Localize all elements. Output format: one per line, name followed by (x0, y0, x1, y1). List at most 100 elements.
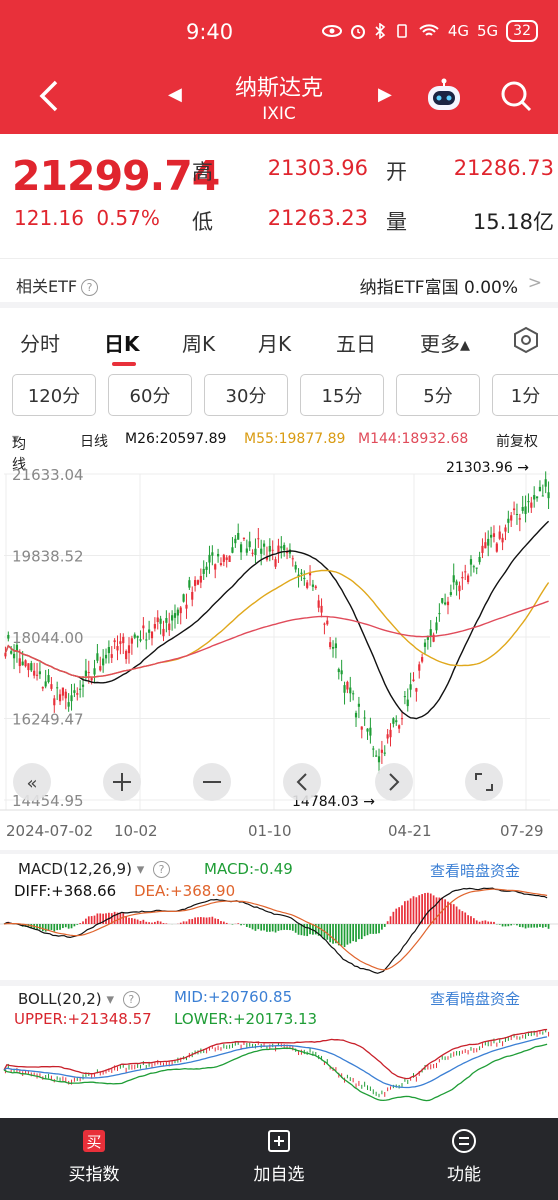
candle-body (93, 668, 96, 675)
functions-button[interactable]: 功能 (404, 1128, 524, 1185)
zoom-in-button[interactable] (103, 763, 141, 801)
candle-body (510, 515, 513, 521)
interval-60m-button[interactable]: 60分 (108, 374, 192, 416)
candle-body (349, 687, 352, 694)
boll-dark-pool-link[interactable]: 查看暗盘资金 (430, 988, 520, 1009)
help-icon[interactable]: ? (122, 991, 140, 1008)
tab-monthly-k[interactable]: 月K (258, 328, 291, 357)
candle-body (271, 549, 274, 551)
related-etf-row[interactable]: 相关ETF? 纳指ETF富国 0.00% > (0, 258, 558, 308)
menu-icon (452, 1129, 476, 1153)
candle-body (280, 546, 283, 549)
tab-five-day[interactable]: 五日 (336, 328, 376, 357)
candle-body (449, 592, 452, 595)
interval-5m-button[interactable]: 5分 (396, 374, 480, 416)
candle-body (234, 538, 237, 544)
candle-body (196, 580, 200, 585)
candle-body (366, 728, 369, 732)
high-label: 高 (192, 160, 213, 184)
chart-grid (0, 473, 558, 811)
zoom-out-button[interactable] (193, 763, 231, 801)
boll-lower-value: LOWER:+20173.13 (174, 1010, 318, 1028)
tab-weekly-k[interactable]: 周K (182, 328, 215, 357)
boll-indicator-select[interactable]: BOLL(20,2) ▾ ? (18, 990, 140, 1008)
y-tick-label: 21633.04 (12, 466, 84, 484)
candle-body (73, 690, 76, 693)
candle-body (168, 623, 171, 631)
kline-chart[interactable]: 21633.0419838.5218044.0016249.4714454.95… (0, 454, 558, 844)
open-label: 开 (386, 160, 407, 184)
fullscreen-button[interactable] (465, 763, 503, 801)
ma-line-label: 日线 (80, 434, 108, 450)
candle-body (340, 670, 343, 675)
interval-30m-button[interactable]: 30分 (204, 374, 288, 416)
add-watchlist-button[interactable]: 加自选 (219, 1128, 339, 1185)
buy-icon: 买 (83, 1130, 105, 1152)
help-icon[interactable]: ? (81, 279, 99, 296)
candle-body (285, 552, 289, 554)
candle-body (518, 518, 521, 520)
candle-body (533, 495, 536, 500)
candle-body (541, 495, 544, 497)
boll-lines-group (3, 1028, 550, 1102)
candle-body (530, 502, 533, 508)
candle-body (343, 685, 346, 693)
candle-body (418, 664, 421, 671)
candle-body (478, 556, 481, 563)
scroll-left-button[interactable] (283, 763, 321, 801)
candle-body (464, 571, 467, 573)
bottom-nav: 买 买指数 加自选 功能 (0, 1118, 558, 1200)
candle-body (455, 581, 458, 586)
interval-buttons: 120分 60分 30分 15分 5分 1分 (0, 374, 558, 416)
interval-120m-button[interactable]: 120分 (12, 374, 96, 416)
etf-label-text: 相关ETF (16, 277, 78, 296)
interval-15m-button[interactable]: 15分 (300, 374, 384, 416)
wifi-icon (419, 24, 439, 36)
candle-body (248, 541, 251, 548)
help-icon[interactable]: ? (153, 861, 171, 878)
ma-type-select[interactable]: 均线 ▾ (12, 431, 26, 473)
active-tab-indicator (112, 362, 136, 366)
candle-body (79, 688, 82, 690)
candle-body (363, 717, 366, 719)
candle-body (504, 527, 507, 532)
candle-body (122, 636, 125, 644)
tab-intraday[interactable]: 分时 (20, 328, 60, 357)
candle-body (406, 699, 409, 707)
high-value: 21303.96 (267, 156, 368, 180)
candle-body (487, 538, 490, 546)
candle-body (326, 620, 329, 625)
macd-indicator-select[interactable]: MACD(12,26,9) ▾ ? (18, 860, 171, 878)
scroll-right-button[interactable] (375, 763, 413, 801)
x-tick-label: 07-29 (500, 822, 544, 840)
candle-body (225, 557, 228, 560)
candle-body (237, 532, 240, 540)
macd-dark-pool-link[interactable]: 查看暗盘资金 (430, 860, 520, 881)
candle-body (153, 624, 156, 629)
candle-body (182, 594, 185, 602)
candle-body (492, 533, 496, 537)
tab-daily-k[interactable]: 日K (104, 328, 140, 357)
next-index-button[interactable]: ▶ (378, 84, 392, 105)
buy-index-button[interactable]: 买 买指数 (34, 1128, 154, 1185)
candle-body (56, 687, 59, 689)
interval-1m-button[interactable]: 1分 (492, 374, 558, 416)
low-value: 21263.23 (267, 206, 368, 230)
zoom-back-button[interactable]: « (13, 763, 51, 801)
settings-icon[interactable] (512, 326, 540, 354)
candle-body (139, 639, 142, 641)
candle-body (41, 687, 44, 689)
candle-body (10, 651, 13, 654)
robot-assistant-icon[interactable] (424, 78, 464, 114)
boll-upper-line (3, 1028, 548, 1080)
candle-body (231, 547, 234, 553)
tab-more[interactable]: 更多▴ (420, 328, 470, 357)
candle-body (24, 660, 27, 667)
candles-group (4, 471, 550, 774)
ma-m26-value: M26:20597.89 (125, 431, 227, 447)
price-adjust-select[interactable]: 前复权 (496, 431, 538, 451)
search-icon[interactable] (498, 78, 534, 114)
candle-body (130, 638, 133, 644)
candle-body (99, 666, 102, 671)
candle-body (423, 642, 427, 647)
